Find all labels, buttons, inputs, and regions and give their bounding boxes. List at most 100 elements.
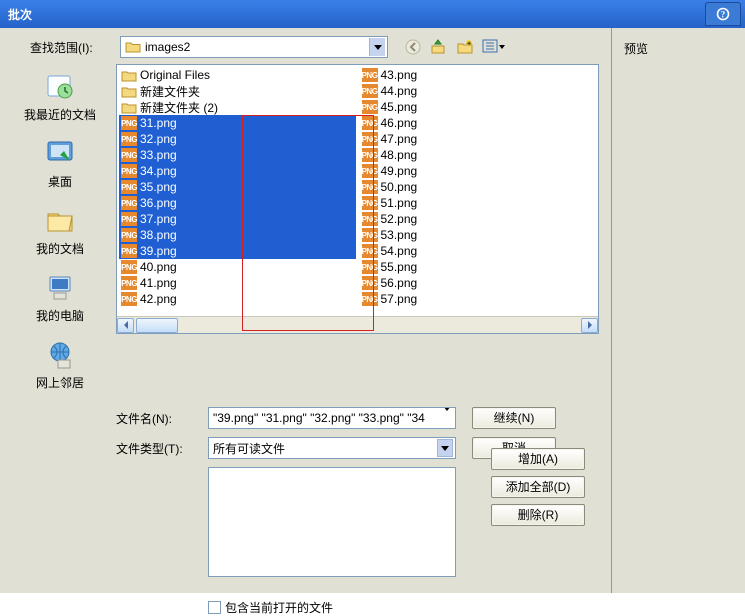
file-row[interactable]: PNG51.png — [360, 195, 597, 211]
filetype-select[interactable]: 所有可读文件 — [208, 437, 456, 459]
sidebar-item-mydocs[interactable]: 我的文档 — [12, 198, 108, 263]
file-name: 33.png — [140, 148, 177, 162]
lookin-value: images2 — [145, 40, 369, 54]
file-row[interactable]: PNG48.png — [360, 147, 597, 163]
network-icon — [42, 336, 78, 372]
file-row[interactable]: PNG43.png — [360, 67, 597, 83]
sidebar-item-recent[interactable]: 我最近的文档 — [12, 64, 108, 129]
png-icon: PNG — [362, 228, 378, 242]
file-listing[interactable]: Original Files新建文件夹新建文件夹 (2)PNG31.pngPNG… — [116, 64, 599, 334]
horizontal-scrollbar[interactable] — [117, 316, 598, 333]
file-row[interactable]: PNG52.png — [360, 211, 597, 227]
file-name: 47.png — [381, 132, 418, 146]
file-row[interactable]: PNG54.png — [360, 243, 597, 259]
folder-icon — [121, 84, 137, 98]
file-row[interactable]: PNG42.png — [119, 291, 356, 307]
scroll-right-icon[interactable] — [581, 318, 598, 333]
file-name: 48.png — [381, 148, 418, 162]
folder-row[interactable]: 新建文件夹 — [119, 83, 356, 99]
add-list[interactable] — [208, 467, 456, 577]
file-row[interactable]: PNG36.png — [119, 195, 356, 211]
places-sidebar: 我最近的文档桌面我的文档我的电脑网上邻居 — [12, 64, 108, 397]
file-row[interactable]: PNG53.png — [360, 227, 597, 243]
file-row[interactable]: PNG37.png — [119, 211, 356, 227]
file-row[interactable]: PNG47.png — [360, 131, 597, 147]
file-row[interactable]: PNG41.png — [119, 275, 356, 291]
png-icon: PNG — [121, 212, 137, 226]
file-row[interactable]: PNG39.png — [119, 243, 356, 259]
png-icon: PNG — [362, 132, 378, 146]
filename-dropdown-icon[interactable] — [443, 411, 451, 425]
folder-row[interactable]: Original Files — [119, 67, 356, 83]
continue-button[interactable]: 继续(N) — [472, 407, 556, 429]
png-icon: PNG — [121, 228, 137, 242]
dropdown-icon[interactable] — [369, 38, 385, 56]
add-button[interactable]: 增加(A) — [491, 448, 585, 470]
png-icon: PNG — [121, 196, 137, 210]
lookin-select[interactable]: images2 — [120, 36, 388, 58]
file-row[interactable]: PNG34.png — [119, 163, 356, 179]
png-icon: PNG — [362, 84, 378, 98]
sidebar-item-label: 网上邻居 — [36, 374, 84, 391]
folder-icon — [121, 68, 137, 82]
up-icon[interactable] — [430, 38, 448, 56]
file-row[interactable]: PNG56.png — [360, 275, 597, 291]
png-icon: PNG — [121, 116, 137, 130]
help-button[interactable]: ? — [705, 2, 741, 26]
file-name: 51.png — [381, 196, 418, 210]
view-menu-icon[interactable] — [482, 38, 506, 56]
sidebar-item-computer[interactable]: 我的电脑 — [12, 265, 108, 330]
png-icon: PNG — [362, 244, 378, 258]
recent-icon — [42, 68, 78, 104]
png-icon: PNG — [121, 260, 137, 274]
png-icon: PNG — [362, 116, 378, 130]
png-icon: PNG — [362, 148, 378, 162]
filetype-dropdown-icon[interactable] — [437, 439, 453, 457]
file-name: 46.png — [381, 116, 418, 130]
folder-name: 新建文件夹 — [140, 83, 200, 100]
file-name: 32.png — [140, 132, 177, 146]
file-row[interactable]: PNG55.png — [360, 259, 597, 275]
file-name: 49.png — [381, 164, 418, 178]
file-row[interactable]: PNG38.png — [119, 227, 356, 243]
svg-text:?: ? — [721, 10, 726, 20]
filename-input[interactable]: "39.png" "31.png" "32.png" "33.png" "34 — [208, 407, 456, 429]
file-name: 36.png — [140, 196, 177, 210]
computer-icon — [42, 269, 78, 305]
png-icon: PNG — [362, 260, 378, 274]
file-row[interactable]: PNG44.png — [360, 83, 597, 99]
file-row[interactable]: PNG49.png — [360, 163, 597, 179]
file-row[interactable]: PNG45.png — [360, 99, 597, 115]
file-name: 40.png — [140, 260, 177, 274]
new-folder-icon[interactable]: ✳ — [456, 38, 474, 56]
filename-label: 文件名(N): — [116, 410, 208, 427]
file-row[interactable]: PNG32.png — [119, 131, 356, 147]
sidebar-item-desktop[interactable]: 桌面 — [12, 131, 108, 196]
scroll-thumb[interactable] — [136, 318, 178, 333]
file-row[interactable]: PNG46.png — [360, 115, 597, 131]
file-row[interactable]: PNG57.png — [360, 291, 597, 307]
file-row[interactable]: PNG35.png — [119, 179, 356, 195]
file-name: 56.png — [381, 276, 418, 290]
png-icon: PNG — [362, 100, 378, 114]
file-name: 42.png — [140, 292, 177, 306]
remove-button[interactable]: 删除(R) — [491, 504, 585, 526]
folder-row[interactable]: 新建文件夹 (2) — [119, 99, 356, 115]
back-icon[interactable] — [404, 38, 422, 56]
png-icon: PNG — [121, 180, 137, 194]
folder-name: 新建文件夹 (2) — [140, 99, 218, 116]
scroll-left-icon[interactable] — [117, 318, 134, 333]
preview-pane: 预览 — [612, 28, 745, 593]
file-row[interactable]: PNG40.png — [119, 259, 356, 275]
add-all-button[interactable]: 添加全部(D) — [491, 476, 585, 498]
include-open-checkbox[interactable] — [208, 601, 221, 614]
file-row[interactable]: PNG50.png — [360, 179, 597, 195]
sidebar-item-network[interactable]: 网上邻居 — [12, 332, 108, 397]
png-icon: PNG — [121, 132, 137, 146]
file-row[interactable]: PNG33.png — [119, 147, 356, 163]
file-name: 34.png — [140, 164, 177, 178]
file-row[interactable]: PNG31.png — [119, 115, 356, 131]
file-name: 57.png — [381, 292, 418, 306]
file-name: 43.png — [381, 68, 418, 82]
include-open-label: 包含当前打开的文件 — [225, 599, 333, 616]
